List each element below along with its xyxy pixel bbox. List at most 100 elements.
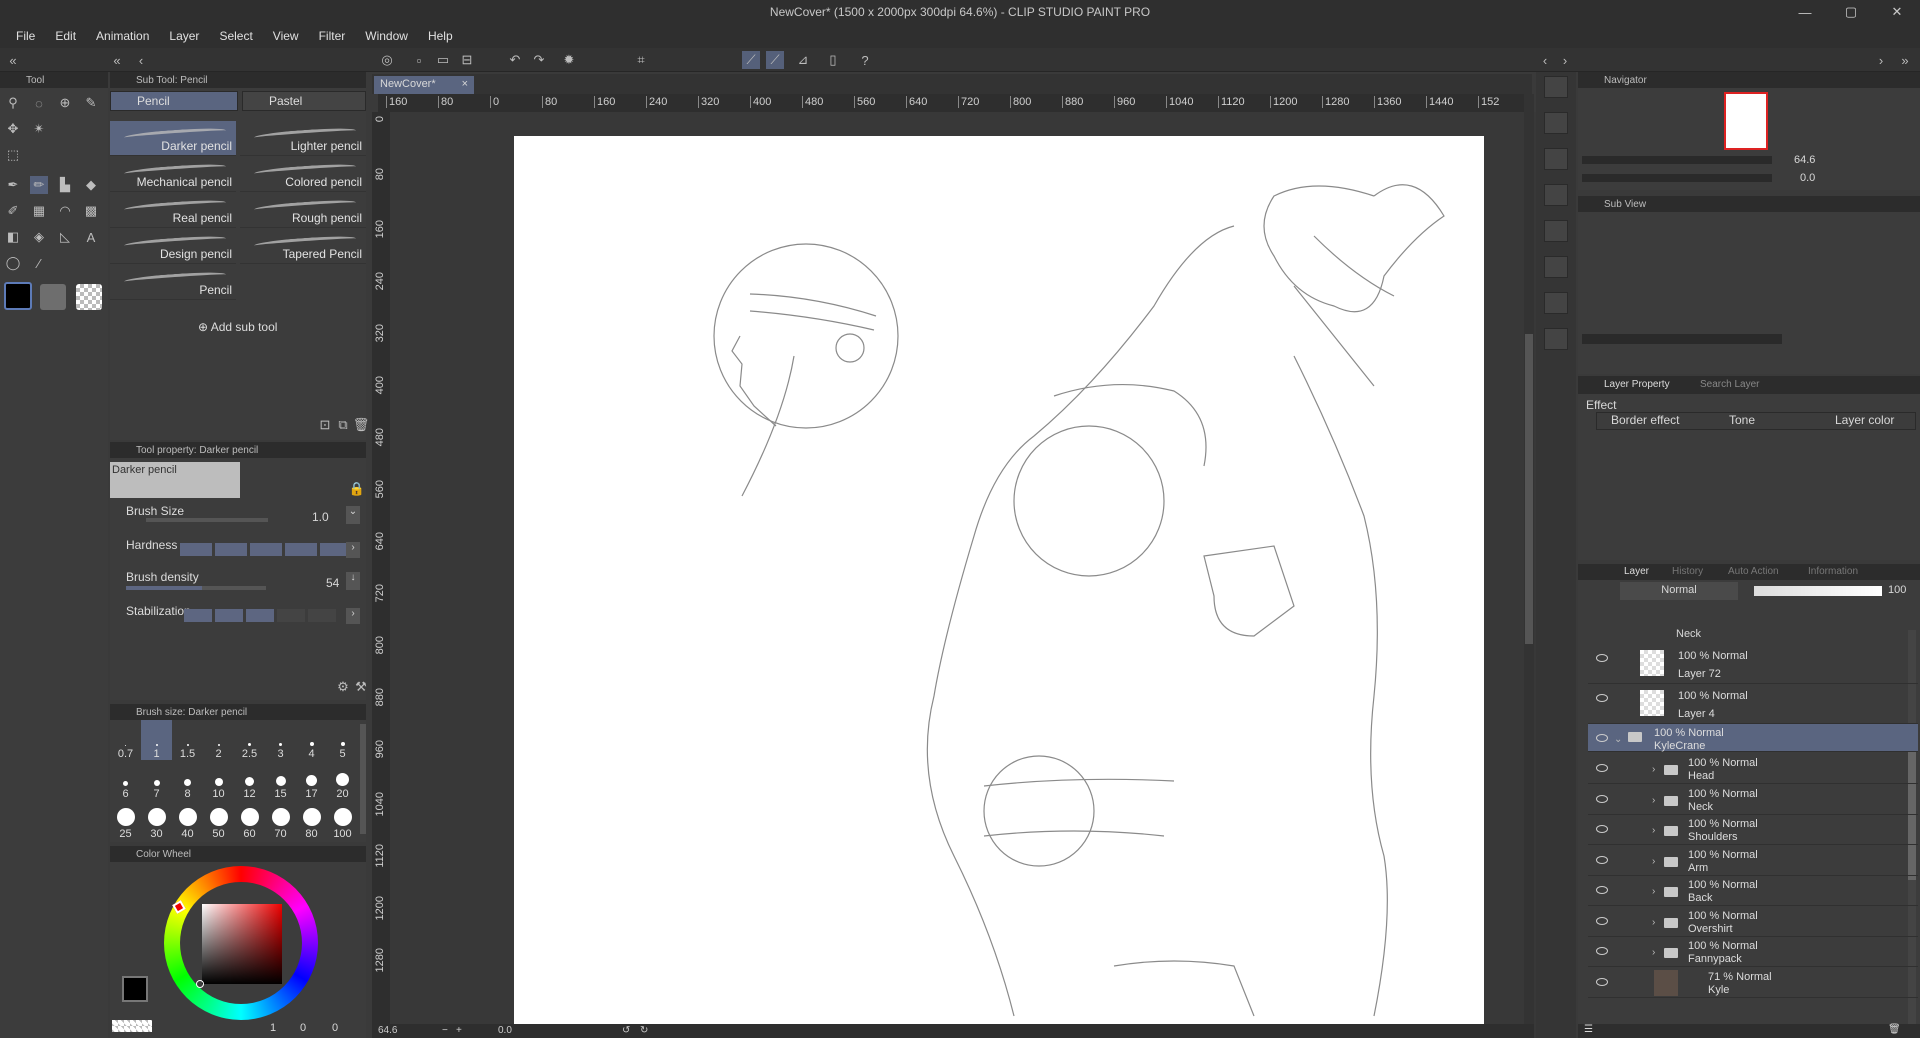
save-icon[interactable]: ⊟ <box>458 51 476 69</box>
rotate-slider[interactable] <box>1582 174 1772 182</box>
zoom-readout[interactable]: 64.6 <box>378 1025 397 1036</box>
snap-ruler-icon[interactable]: ⟋ <box>742 51 760 69</box>
pen-tool-icon[interactable]: ✒ <box>4 176 22 194</box>
blend-tool-icon[interactable]: ◠ <box>56 202 74 220</box>
brush-size-slider[interactable] <box>146 518 268 522</box>
hardness-step-2[interactable] <box>215 543 247 556</box>
eye-icon[interactable] <box>1596 886 1608 894</box>
material-icon[interactable] <box>1544 76 1568 98</box>
menu-help[interactable]: Help <box>418 29 463 43</box>
mobile-icon[interactable]: ▯ <box>824 51 842 69</box>
menu-window[interactable]: Window <box>355 29 418 43</box>
auto-select-tool-icon[interactable]: ✴ <box>30 120 48 138</box>
layer-row[interactable]: › 100 % Normal Head <box>1588 754 1918 784</box>
camera-icon[interactable] <box>1544 112 1568 134</box>
eye-icon[interactable] <box>1596 694 1608 702</box>
blend-mode-select[interactable]: Normal <box>1620 582 1738 600</box>
tab-information[interactable]: Information <box>1808 566 1858 577</box>
layer-row[interactable]: 71 % Normal Kyle <box>1588 968 1918 998</box>
zoom-tool-icon[interactable]: ⚲ <box>4 94 22 112</box>
lock-icon[interactable]: 🔒 <box>348 480 366 498</box>
tone-button[interactable]: Tone <box>1701 413 1805 429</box>
maximize-button[interactable]: ▢ <box>1828 0 1874 24</box>
home-icon[interactable]: ◎ <box>378 51 396 69</box>
bookmark-panel-icon[interactable] <box>1544 328 1568 350</box>
sub-color-swatch[interactable] <box>40 284 66 310</box>
brush-size-option[interactable]: 20 <box>327 760 358 800</box>
main-color-swatch[interactable] <box>4 282 32 310</box>
brush-size-option[interactable]: 12 <box>234 760 265 800</box>
brush-size-option[interactable]: 5 <box>327 720 358 760</box>
brush-size-option[interactable]: 4 <box>296 720 327 760</box>
vertical-scrollbar[interactable] <box>1524 94 1534 1038</box>
eyedropper-tool-icon[interactable]: ✎ <box>82 94 100 112</box>
brush-size-option[interactable]: 2.5 <box>234 720 265 760</box>
brush-rough-pencil[interactable]: Rough pencil <box>240 193 366 228</box>
opacity-slider[interactable] <box>1754 586 1882 596</box>
brush-size-option[interactable]: 80 <box>296 800 327 840</box>
transform-icon[interactable]: ⌗ <box>632 51 650 69</box>
snap-special-ruler-icon[interactable]: ⟋ <box>766 51 784 69</box>
collapse-right-icon[interactable]: » <box>1896 51 1914 69</box>
hardness-selector[interactable] <box>180 543 352 556</box>
color-saturation-square[interactable] <box>202 904 282 984</box>
loading-icon[interactable]: ✹ <box>560 51 578 69</box>
stabilization-step-3[interactable] <box>246 609 274 622</box>
chevron-right-icon[interactable]: › <box>346 608 360 624</box>
chevron-right-icon[interactable]: › <box>1652 795 1655 806</box>
move-tool-icon[interactable]: ✥ <box>4 120 22 138</box>
layer-row[interactable]: › 100 % Normal Arm <box>1588 846 1918 876</box>
bucket-tool-icon[interactable]: ◈ <box>30 228 48 246</box>
text-tool-icon[interactable]: A <box>82 228 100 246</box>
balloon-tool-icon[interactable]: ◯ <box>4 254 22 272</box>
brush-pencil[interactable]: Pencil <box>110 265 236 300</box>
new-file-icon[interactable]: ▫ <box>410 51 428 69</box>
chevron-right-icon[interactable]: › <box>1652 825 1655 836</box>
grid-panel-icon[interactable] <box>1544 184 1568 206</box>
chevron-right-icon[interactable]: › <box>1652 886 1655 897</box>
rotation-readout[interactable]: 0.0 <box>498 1025 512 1036</box>
snap-grid-icon[interactable]: ⊿ <box>794 51 812 69</box>
stabilization-step-2[interactable] <box>215 609 243 622</box>
eye-icon[interactable] <box>1596 916 1608 925</box>
chevron-right-icon[interactable]: › <box>346 542 360 558</box>
brush-size-option[interactable]: 7 <box>141 760 172 800</box>
layer-row[interactable]: › 100 % Normal Fannypack <box>1588 937 1918 967</box>
undo-icon[interactable]: ↶ <box>506 51 524 69</box>
minimize-button[interactable]: — <box>1782 0 1828 24</box>
decoration-tool-icon[interactable]: ▦ <box>30 202 48 220</box>
menu-edit[interactable]: Edit <box>45 29 86 43</box>
brush-size-dropdown-icon[interactable]: ⌄ <box>346 506 360 524</box>
rotate-right-icon[interactable]: ↻ <box>640 1025 648 1036</box>
menu-animation[interactable]: Animation <box>86 29 159 43</box>
layer-row[interactable]: › 100 % Normal Neck <box>1588 785 1918 815</box>
layer-color-button[interactable]: Layer color <box>1805 413 1909 429</box>
copy-subtool-icon[interactable]: ⊡ <box>316 416 334 434</box>
correct-line-tool-icon[interactable]: ⁄ <box>30 254 48 272</box>
hardness-step-1[interactable] <box>180 543 212 556</box>
chevron-right-icon[interactable]: › <box>1652 856 1655 867</box>
brush-size-value[interactable]: 1.0 <box>312 510 329 524</box>
brush-real-pencil[interactable]: Real pencil <box>110 193 236 228</box>
brush-density-value[interactable]: 54 <box>326 576 339 590</box>
trash-icon[interactable]: 🗑 <box>1888 1024 1901 1035</box>
eye-icon[interactable] <box>1596 947 1608 955</box>
stabilization-selector[interactable] <box>184 609 336 622</box>
close-panel-icon[interactable] <box>1544 148 1568 170</box>
brush-darker-pencil[interactable]: Darker pencil <box>110 121 236 156</box>
rotate-left-icon[interactable]: ↺ <box>622 1025 630 1036</box>
close-tab-icon[interactable]: × <box>462 78 468 90</box>
collapse-panel-icon[interactable]: « <box>108 51 126 69</box>
chevron-left-icon[interactable]: ‹ <box>1536 51 1554 69</box>
star-panel-icon[interactable] <box>1544 292 1568 314</box>
brush-size-option[interactable]: 10 <box>203 760 234 800</box>
eye-icon[interactable] <box>1596 825 1608 833</box>
layer-row[interactable]: 100 % Normal Layer 72 <box>1588 644 1918 684</box>
layer-row[interactable]: › 100 % Normal Overshirt <box>1588 907 1918 937</box>
wrench-icon[interactable]: ⚒ <box>352 678 370 696</box>
figure-tool-icon[interactable]: ▩ <box>82 202 100 220</box>
menu-layer[interactable]: Layer <box>159 29 209 43</box>
hardness-step-3[interactable] <box>250 543 282 556</box>
tab-search-layer[interactable]: Search Layer <box>1700 379 1759 390</box>
border-effect-button[interactable]: Border effect <box>1597 413 1701 429</box>
